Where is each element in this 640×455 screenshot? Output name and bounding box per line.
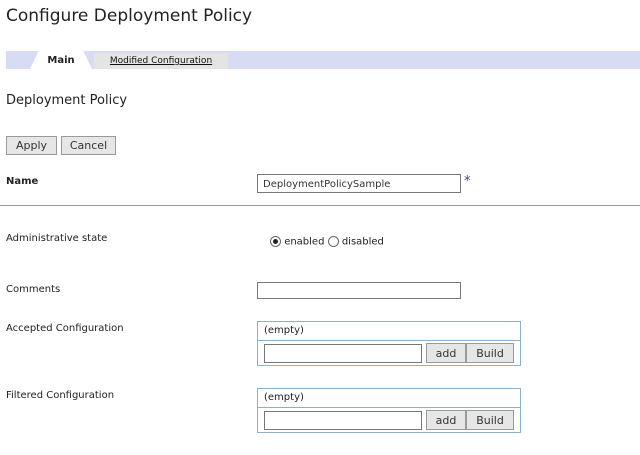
required-marker: * bbox=[464, 174, 471, 189]
filtered-configuration-list: (empty) add Build bbox=[257, 388, 521, 433]
filtered-build-button[interactable]: Build bbox=[466, 410, 514, 430]
radio-enabled[interactable] bbox=[270, 236, 281, 247]
radio-disabled[interactable] bbox=[327, 236, 339, 247]
accepted-configuration-list: (empty) add Build bbox=[257, 321, 521, 366]
admin-state-label: Administrative state bbox=[6, 233, 108, 244]
comments-label: Comments bbox=[6, 284, 61, 295]
filtered-list-content[interactable]: (empty) bbox=[258, 389, 520, 408]
divider bbox=[0, 205, 640, 206]
apply-button[interactable]: Apply bbox=[6, 136, 57, 155]
filtered-add-button[interactable]: add bbox=[426, 410, 466, 430]
accepted-build-button[interactable]: Build bbox=[466, 343, 514, 363]
cancel-button[interactable]: Cancel bbox=[61, 136, 116, 155]
name-input[interactable]: DeploymentPolicySample bbox=[257, 174, 461, 193]
comments-input[interactable] bbox=[257, 282, 461, 299]
accepted-add-button[interactable]: add bbox=[426, 343, 466, 363]
radio-enabled-label: enabled bbox=[284, 236, 325, 248]
filtered-configuration-label: Filtered Configuration bbox=[6, 390, 115, 401]
section-title: Deployment Policy bbox=[6, 93, 128, 108]
filtered-add-input[interactable] bbox=[264, 411, 422, 430]
accepted-add-input[interactable] bbox=[264, 344, 422, 363]
page-title: Configure Deployment Policy bbox=[6, 6, 253, 26]
tab-modified-configuration[interactable]: Modified Configuration bbox=[94, 53, 228, 69]
tab-main[interactable]: Main bbox=[30, 51, 92, 69]
admin-state-radio-group: enabled disabled bbox=[270, 236, 384, 248]
radio-disabled-label: disabled bbox=[341, 236, 384, 248]
accepted-list-content[interactable]: (empty) bbox=[258, 322, 520, 341]
name-label: Name bbox=[6, 176, 39, 187]
accepted-configuration-label: Accepted Configuration bbox=[6, 323, 124, 334]
